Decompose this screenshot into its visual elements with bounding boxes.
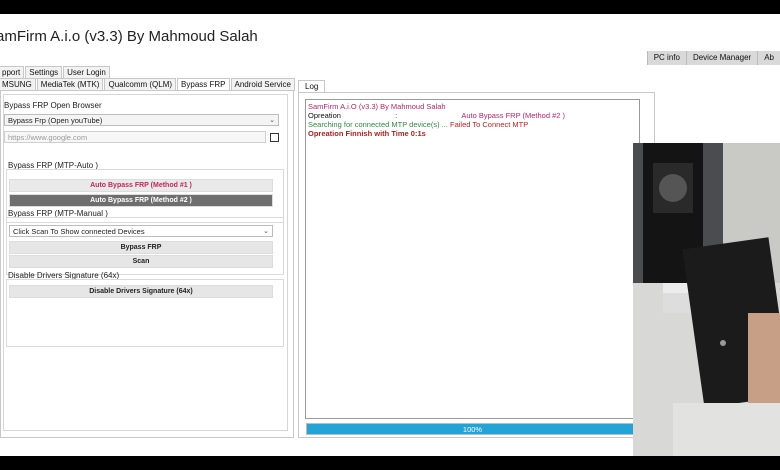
bypass-frp-content: Bypass FRP Open Browser Bypass Frp (Open…: [3, 94, 288, 431]
webcam-scene: [633, 143, 780, 457]
url-input[interactable]: https://www.google.com: [4, 131, 266, 143]
device-select[interactable]: Click Scan To Show connected Devices ⌄: [9, 225, 273, 237]
log-operation-label: Opreation :: [308, 111, 402, 120]
window-title: amFirm A.i.o (v3.3) By Mahmoud Salah: [0, 28, 258, 45]
browser-select-value: Bypass Frp (Open youTube): [8, 116, 103, 125]
chevron-down-icon: ⌄: [269, 117, 275, 124]
log-line-search: Searching for connected MTP device(s) ..…: [308, 120, 528, 129]
log-line-finish: Opreation Finnish with Time 0:1s: [308, 129, 426, 138]
log-line-title: SamFirm A.i.O (v3.3) By Mahmoud Salah: [308, 102, 446, 111]
webcam-overlay: [633, 143, 780, 457]
browser-group-label: Bypass FRP Open Browser: [4, 101, 102, 110]
auto-bypass-method1-button[interactable]: Auto Bypass FRP (Method #1 ): [9, 179, 273, 192]
log-operation-value: Auto Bypass FRP (Method #2 ): [461, 111, 566, 120]
progress-bar: 100%: [306, 423, 639, 435]
chevron-down-icon: ⌄: [263, 228, 269, 235]
auto-bypass-method2-button[interactable]: Auto Bypass FRP (Method #2 ): [9, 194, 273, 207]
bypass-frp-panel: Bypass FRP Open Browser Bypass Frp (Open…: [0, 90, 294, 438]
bypass-frp-button[interactable]: Bypass FRP: [9, 241, 273, 254]
log-title-text: SamFirm A.i.O (v3.3) By Mahmoud Salah: [308, 102, 446, 111]
device-select-value: Click Scan To Show connected Devices: [13, 227, 145, 236]
tab-about[interactable]: Ab: [757, 51, 780, 65]
log-finish-text: Opreation Finnish with Time 0:1s: [308, 129, 426, 138]
log-output: SamFirm A.i.O (v3.3) By Mahmoud Salah Op…: [305, 99, 640, 419]
log-failed-text: Failed To Connect MTP: [450, 120, 529, 129]
log-search-text: Searching for connected MTP device(s) ..…: [308, 120, 451, 129]
bottom-bar: [0, 456, 780, 470]
log-line-operation: Opreation : Auto Bypass FRP (Method #2 ): [308, 111, 565, 120]
progress-label: 100%: [462, 425, 483, 434]
scan-button[interactable]: Scan: [9, 255, 273, 268]
url-placeholder: https://www.google.com: [8, 133, 88, 142]
top-right-tabs: PC info Device Manager Ab: [646, 51, 780, 65]
browser-select[interactable]: Bypass Frp (Open youTube) ⌄: [4, 114, 279, 126]
url-checkbox[interactable]: [270, 133, 279, 142]
tab-device-manager[interactable]: Device Manager: [685, 51, 757, 65]
tab-pc-info[interactable]: PC info: [646, 51, 686, 65]
disable-drivers-signature-button[interactable]: Disable Drivers Signature (64x): [9, 285, 273, 298]
log-panel: SamFirm A.i.O (v3.3) By Mahmoud Salah Op…: [298, 92, 655, 438]
